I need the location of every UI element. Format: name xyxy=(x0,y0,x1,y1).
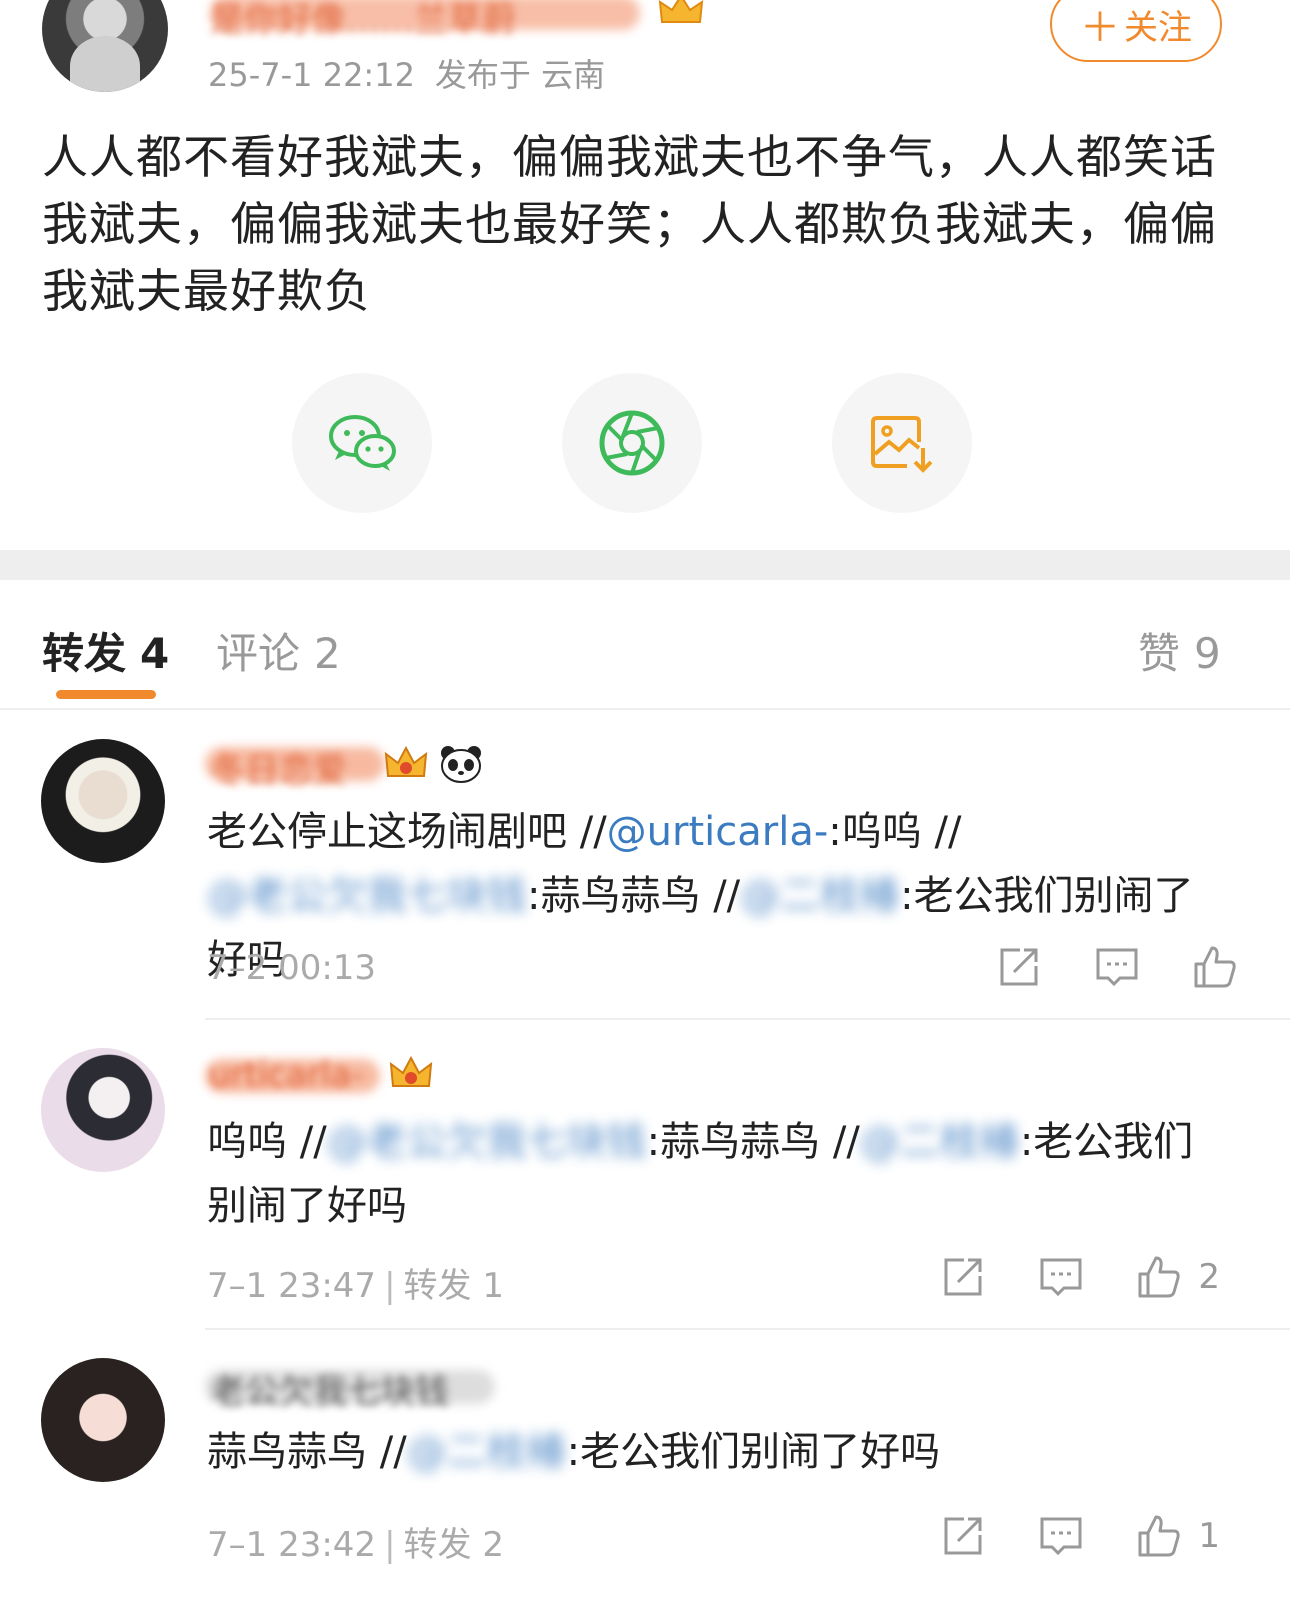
repost-author-name[interactable]: urticarla- xyxy=(205,1055,395,1095)
mention-link[interactable]: @二枝椿 xyxy=(407,1429,567,1475)
comment-icon xyxy=(1096,948,1138,987)
repost-text-segment: :蒜鸟蒜鸟 // xyxy=(527,873,741,919)
repost-actions: 2 xyxy=(888,1254,1220,1300)
follow-button[interactable]: ＋关注 xyxy=(1050,0,1222,62)
comment-button[interactable] xyxy=(1038,1513,1084,1559)
thumbs-up-icon xyxy=(1138,1515,1181,1557)
repost-author-name-text: urticarla- xyxy=(209,1055,364,1095)
repost-time: 7–1 23:47 xyxy=(207,1266,377,1306)
post-location: 发布于 云南 xyxy=(434,56,606,94)
avatar[interactable] xyxy=(41,739,165,863)
thumbs-up-icon xyxy=(1138,1256,1181,1298)
like-count: 1 xyxy=(1198,1516,1220,1556)
author-name[interactable]: 是你好像……兰草蔚 xyxy=(210,0,650,40)
tab-comment-count: 2 xyxy=(314,629,341,678)
repost-text: 呜呜 //@老公欠我七块钱:蒜鸟蒜鸟 //@二枝椿:老公我们别闹了好吗 xyxy=(207,1110,1217,1238)
panda-icon xyxy=(441,746,481,783)
repost-meta: 7–2 00:13 xyxy=(207,948,376,988)
post-time: 25-7-1 22:12 xyxy=(208,56,415,94)
mention-link[interactable]: @老公欠我七块钱 xyxy=(207,873,527,919)
section-divider xyxy=(0,550,1290,580)
repost-forward-info[interactable]: 转发 1 xyxy=(404,1266,504,1306)
follow-label: 关注 xyxy=(1124,7,1192,48)
tab-comment-label: 评论 xyxy=(216,629,301,678)
repost-author-name[interactable]: 老公欠我七块钱 xyxy=(205,1364,505,1412)
comment-button[interactable] xyxy=(1038,1254,1084,1300)
tab-divider xyxy=(0,708,1290,710)
like-count: 2 xyxy=(1198,1257,1220,1297)
repost-text-segment: :呜呜 // xyxy=(828,809,962,855)
repost-time: 7–2 00:13 xyxy=(207,948,377,988)
repost-time: 7–1 23:42 xyxy=(207,1525,377,1565)
tab-forward[interactable]: 转发 4 xyxy=(42,620,169,681)
repost-author-name[interactable]: 冬日恋爱 xyxy=(205,745,405,791)
tab-like[interactable]: 赞9 xyxy=(1138,620,1221,681)
forward-button[interactable] xyxy=(940,1254,986,1300)
share-wechat-button[interactable] xyxy=(292,373,432,513)
repost-text: 蒜鸟蒜鸟 //@二枝椿:老公我们别闹了好吗 xyxy=(207,1420,1217,1484)
author-name-text: 是你好像……兰草蔚 xyxy=(210,0,516,40)
share-moments-button[interactable] xyxy=(562,373,702,513)
moments-icon xyxy=(599,410,665,476)
like-button[interactable]: 1 xyxy=(1136,1513,1220,1559)
tab-active-indicator xyxy=(56,690,156,699)
vip-crown-icon xyxy=(658,0,704,23)
forward-button[interactable] xyxy=(996,944,1042,990)
share-out-icon xyxy=(944,1517,982,1555)
meta-separator: | xyxy=(384,1266,396,1306)
mention-link[interactable]: @老公欠我七块钱 xyxy=(327,1119,647,1165)
thumbs-up-icon xyxy=(1194,946,1236,988)
repost-text-segment: :老公我们别闹了好吗 xyxy=(566,1429,941,1475)
post-body: 人人都不看好我斌夫，偏偏我斌夫也不争气，人人都笑话我斌夫，偏偏我斌夫也最好笑；人… xyxy=(42,130,1217,318)
item-divider xyxy=(205,1018,1290,1020)
wechat-icon xyxy=(329,415,396,471)
mention-link[interactable]: @urticarla- xyxy=(607,809,829,855)
post-meta: 25-7-1 22:12 发布于 云南 xyxy=(208,50,605,96)
like-button[interactable] xyxy=(1192,944,1238,990)
repost-text-segment: :蒜鸟蒜鸟 // xyxy=(646,1119,860,1165)
repost-meta: 7–1 23:47 | 转发 1 xyxy=(207,1258,504,1307)
comment-button[interactable] xyxy=(1094,944,1140,990)
comment-icon xyxy=(1040,1517,1082,1556)
tab-forward-label: 转发 xyxy=(42,629,127,678)
repost-meta: 7–1 23:42 | 转发 2 xyxy=(207,1517,504,1566)
plus-icon: ＋ xyxy=(1080,5,1120,51)
meta-separator: | xyxy=(384,1525,396,1565)
save-image-button[interactable] xyxy=(832,373,972,513)
tab-like-count: 9 xyxy=(1194,629,1221,678)
like-button[interactable]: 2 xyxy=(1136,1254,1220,1300)
repost-text-segment: 呜呜 // xyxy=(207,1119,327,1165)
author-avatar[interactable] xyxy=(42,0,168,92)
tab-forward-count: 4 xyxy=(140,629,170,678)
mention-link[interactable]: @二枝椿 xyxy=(740,873,900,919)
item-divider xyxy=(205,1328,1290,1330)
repost-actions xyxy=(944,944,1238,990)
comment-icon xyxy=(1040,1258,1082,1297)
forward-button[interactable] xyxy=(940,1513,986,1559)
tab-like-label: 赞 xyxy=(1138,629,1181,678)
repost-author-name-text: 冬日恋爱 xyxy=(211,751,347,791)
avatar[interactable] xyxy=(41,1358,165,1482)
repost-actions: 1 xyxy=(888,1513,1220,1559)
avatar[interactable] xyxy=(41,1048,165,1172)
repost-forward-info[interactable]: 转发 2 xyxy=(404,1525,504,1565)
repost-author-name-text: 老公欠我七块钱 xyxy=(211,1372,449,1412)
vip-crown-icon xyxy=(384,745,428,777)
mention-link[interactable]: @二枝椿 xyxy=(860,1119,1020,1165)
share-out-icon xyxy=(944,1258,982,1296)
repost-text-segment: 蒜鸟蒜鸟 // xyxy=(207,1429,407,1475)
repost-text-segment: 老公停止这场闹剧吧 // xyxy=(207,809,607,855)
share-out-icon xyxy=(1000,948,1038,986)
save-image-icon xyxy=(871,416,933,473)
tab-comment[interactable]: 评论 2 xyxy=(216,620,341,681)
vip-crown-icon xyxy=(389,1055,433,1087)
